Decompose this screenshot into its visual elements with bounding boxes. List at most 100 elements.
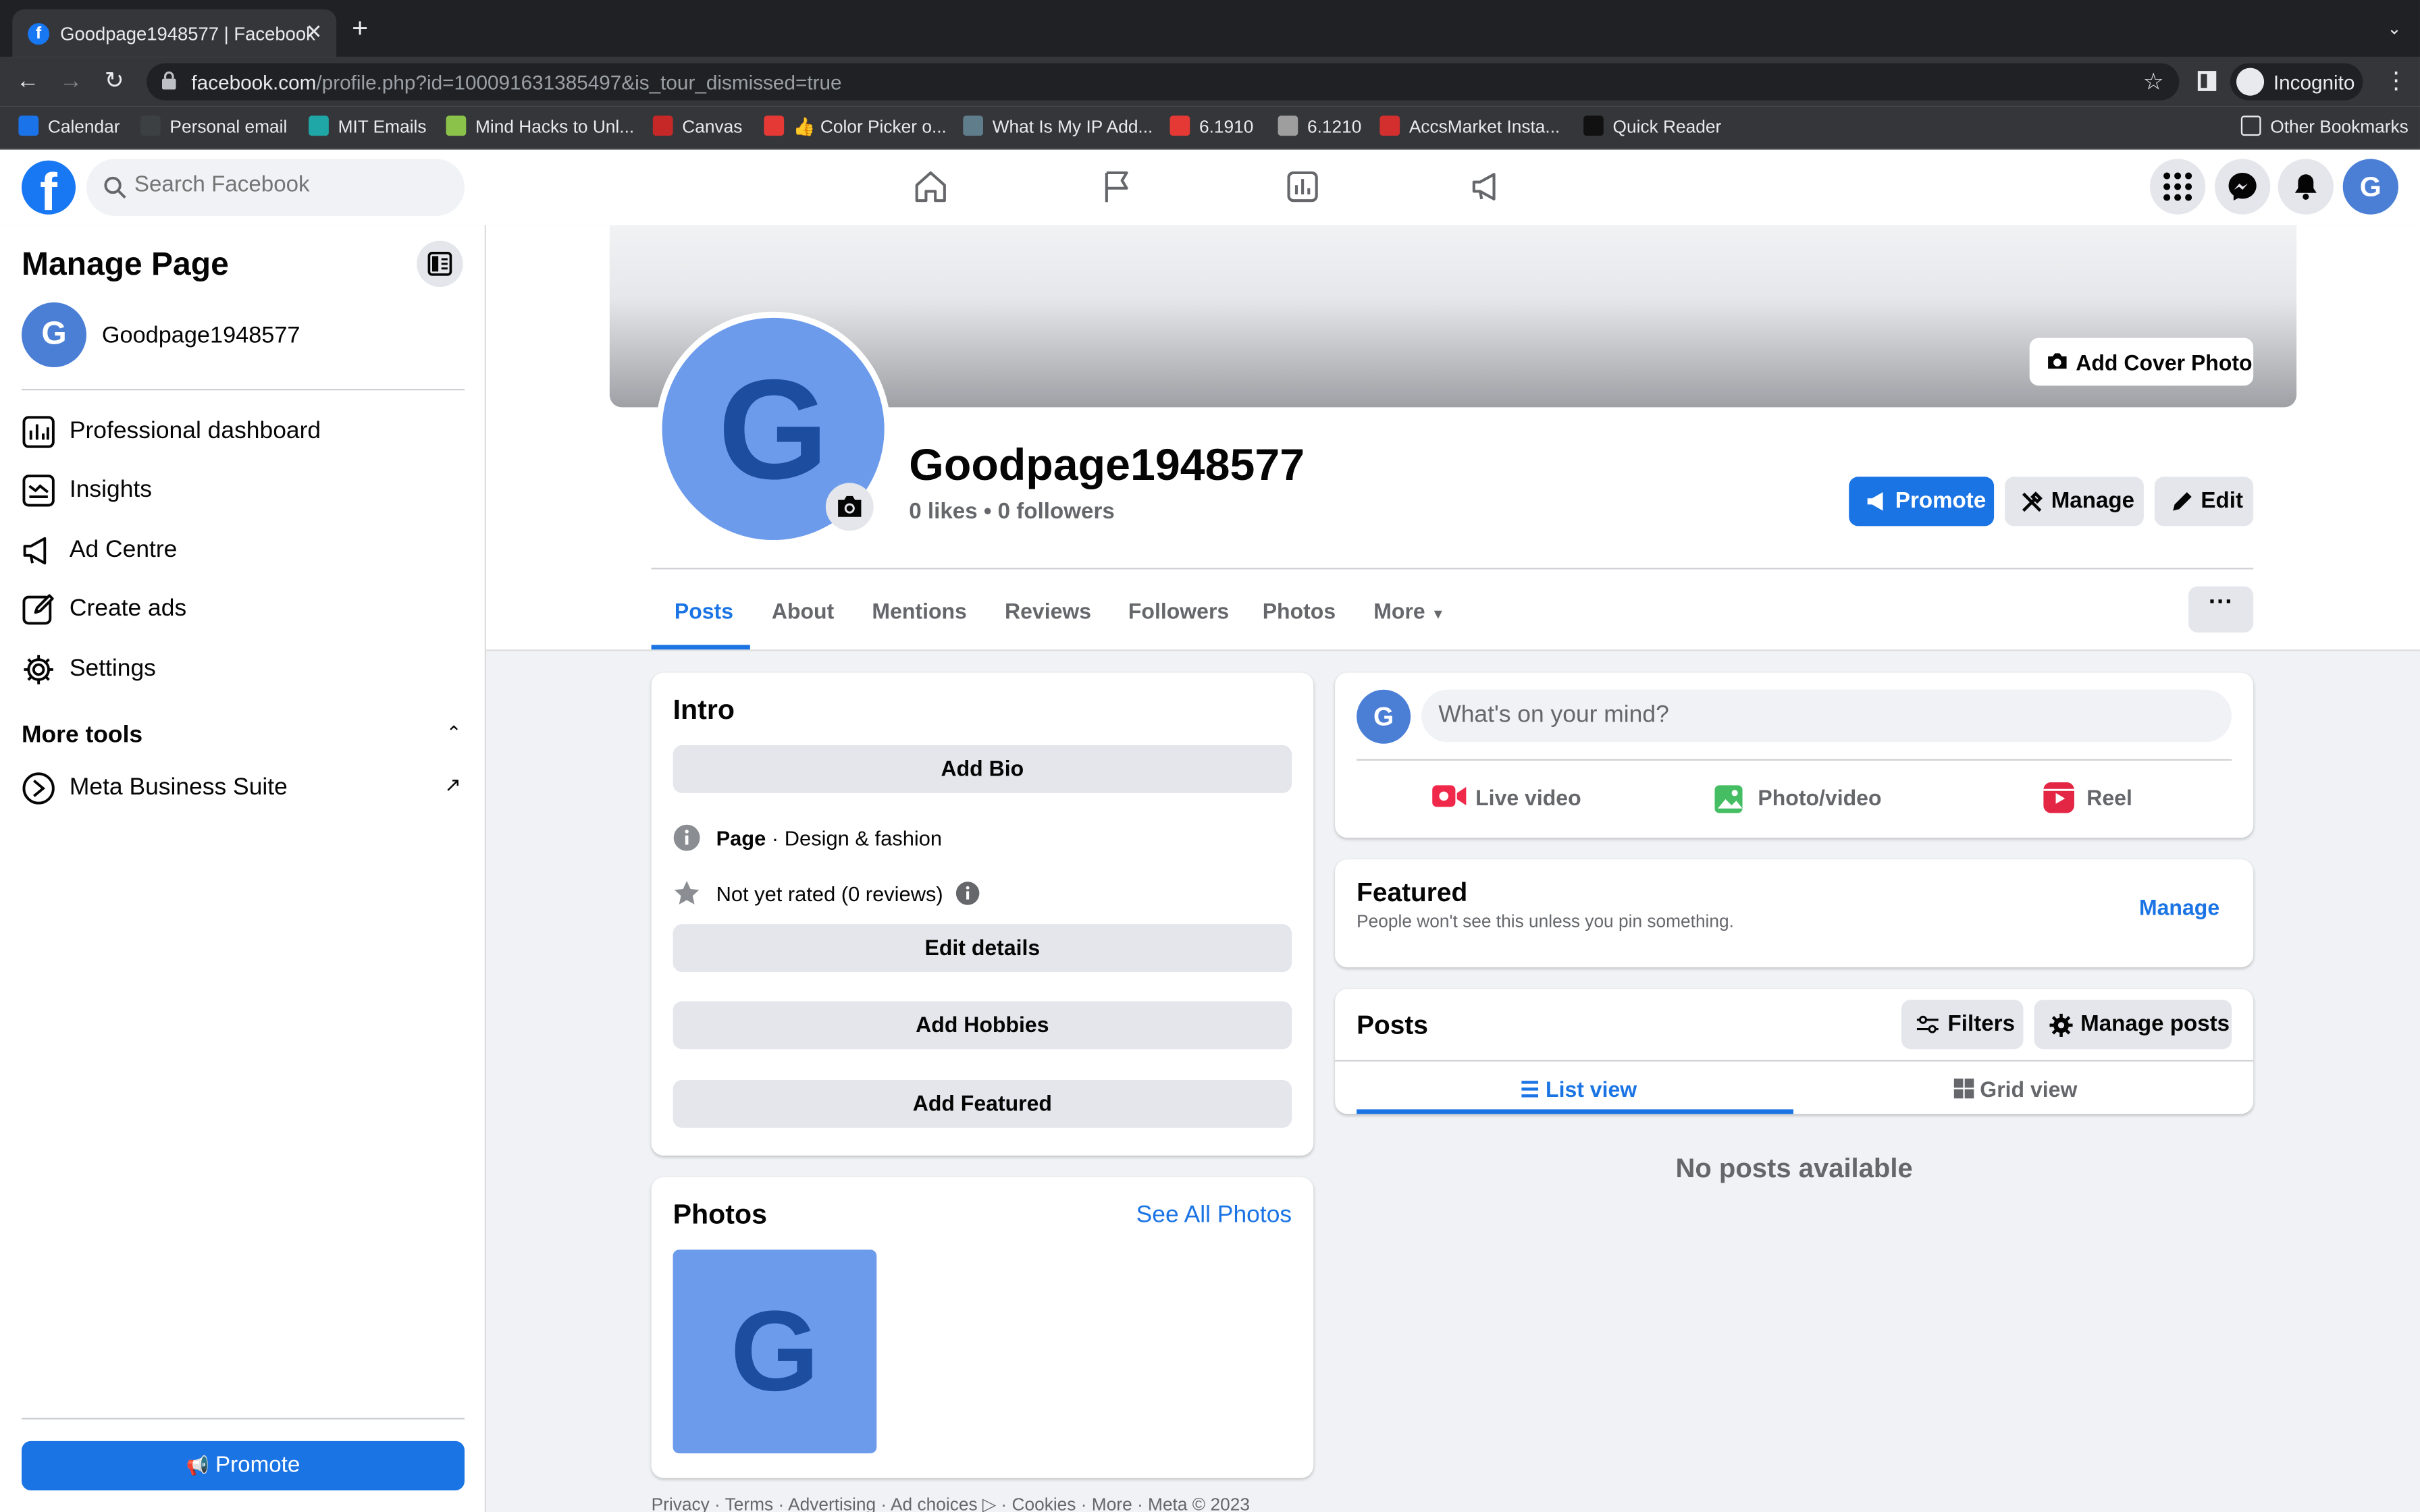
sidebar-item-professional-dashboard[interactable]: Professional dashboard: [22, 406, 465, 458]
browser-tab[interactable]: f Goodpage1948577 | Facebook ✕: [12, 9, 337, 57]
featured-manage-link[interactable]: Manage: [2139, 895, 2219, 920]
live-video-icon: [1432, 785, 1467, 807]
bookmark-item[interactable]: Personal email: [140, 115, 287, 137]
tab-about[interactable]: About: [772, 599, 834, 624]
back-icon[interactable]: ←: [12, 66, 43, 97]
bookmark-label: 👍 Color Picker o...: [793, 118, 947, 138]
bookmark-star-icon[interactable]: ☆: [2143, 68, 2164, 96]
sidebar-item-create-ads[interactable]: Create ads: [22, 583, 465, 636]
tab-more[interactable]: More ▼: [1373, 599, 1445, 624]
bookmark-item[interactable]: What Is My IP Add...: [963, 115, 1153, 137]
composer-avatar[interactable]: G: [1357, 689, 1411, 744]
list-view-tab[interactable]: ☰ List view: [1520, 1077, 1637, 1103]
browser-tab-strip: f Goodpage1948577 | Facebook ✕ + ⌄: [0, 0, 2420, 57]
intro-card: Intro Add Bio Page · Design & fashion No…: [651, 672, 1314, 1156]
browser-menu-icon[interactable]: ⋮: [2384, 66, 2407, 94]
add-cover-photo-button[interactable]: Add Cover Photo: [2029, 338, 2254, 386]
sidebar-page-name[interactable]: Goodpage1948577: [102, 323, 300, 349]
bookmark-item[interactable]: AccsMarket Insta...: [1379, 115, 1560, 137]
bookmark-item[interactable]: Quick Reader: [1583, 115, 1721, 137]
account-avatar[interactable]: G: [2342, 159, 2398, 215]
sidebar-title: Manage Page: [21, 246, 229, 283]
menu-grid-icon[interactable]: [2149, 159, 2206, 215]
photo-video-button[interactable]: Photo/video: [1714, 782, 1915, 816]
reel-button[interactable]: Reel: [2043, 782, 2167, 816]
insights-nav-icon[interactable]: [1284, 168, 1321, 205]
manage-posts-button[interactable]: Manage posts: [2034, 1000, 2232, 1050]
chevron-up-icon[interactable]: ⌃: [446, 722, 462, 744]
edit-details-button[interactable]: Edit details: [673, 924, 1292, 972]
side-panel-icon[interactable]: [2197, 71, 2217, 91]
bookmark-favicon-icon: [963, 115, 983, 136]
photo-thumbnail[interactable]: G: [673, 1249, 877, 1454]
footer-links[interactable]: Privacy · Terms · Advertising · Ad choic…: [652, 1494, 1250, 1512]
tab-reviews[interactable]: Reviews: [1005, 599, 1091, 624]
edit-button[interactable]: Edit: [2154, 477, 2254, 526]
home-icon[interactable]: [912, 168, 949, 205]
info-icon[interactable]: [955, 881, 980, 906]
camera-icon: [838, 495, 862, 517]
more-options-button[interactable]: ···: [2188, 586, 2254, 633]
new-tab-icon[interactable]: +: [352, 14, 368, 42]
sidebar-item-insights[interactable]: Insights: [22, 464, 465, 517]
add-bio-button[interactable]: Add Bio: [673, 745, 1292, 793]
manage-button[interactable]: Manage: [2005, 477, 2144, 526]
more-tools-heading[interactable]: More tools: [22, 722, 142, 750]
bookmark-label: 6.1210: [1307, 118, 1362, 138]
filters-icon: [1916, 1015, 1939, 1033]
facebook-logo-icon[interactable]: f: [21, 160, 76, 215]
sidebar-item-label: Professional dashboard: [69, 418, 321, 445]
bookmark-favicon-icon: [1278, 115, 1298, 136]
sidebar-item-meta-business-suite[interactable]: Meta Business Suite: [22, 762, 465, 815]
manage-page-sidebar: Manage Page G Goodpage1948577 Profession…: [0, 225, 486, 1512]
likes-followers-count[interactable]: 0 likes • 0 followers: [909, 500, 1114, 525]
tab-mentions[interactable]: Mentions: [872, 599, 966, 624]
whats-on-your-mind-input[interactable]: What's on your mind?: [1421, 689, 2232, 742]
ad-center-nav-icon[interactable]: [1469, 168, 1506, 205]
sidebar-item-ad-centre[interactable]: Ad Centre: [22, 524, 465, 577]
bookmark-item[interactable]: Calendar: [18, 115, 120, 137]
notifications-bell-icon[interactable]: [2278, 159, 2334, 215]
sidebar-divider: [21, 1418, 465, 1420]
bookmark-item[interactable]: 👍 Color Picker o...: [764, 115, 947, 138]
bookmark-item[interactable]: MIT Emails: [309, 115, 427, 137]
megaphone-icon: [1867, 492, 1883, 511]
bookmark-item[interactable]: Canvas: [652, 115, 743, 138]
bookmark-favicon-icon: [309, 115, 329, 136]
profile-header: Add Cover Photo G Goodpage1948577 0 like…: [485, 225, 2420, 651]
messenger-icon[interactable]: [2214, 159, 2271, 215]
pages-flag-icon[interactable]: [1099, 168, 1136, 205]
address-bar[interactable]: facebook.com/profile.php?id=100091631385…: [147, 63, 2180, 101]
promote-button[interactable]: Promote: [1849, 477, 1995, 526]
update-profile-picture-button[interactable]: [825, 483, 874, 531]
bookmark-item[interactable]: Mind Hacks to Unl...: [446, 115, 634, 137]
search-input[interactable]: [134, 172, 443, 198]
add-hobbies-button[interactable]: Add Hobbies: [673, 1001, 1292, 1050]
grid-view-tab[interactable]: Grid view: [1953, 1077, 2077, 1102]
see-all-photos-link[interactable]: See All Photos: [1136, 1202, 1292, 1230]
photo-video-icon: [1714, 785, 1743, 813]
bookmark-item[interactable]: 6.1210: [1278, 115, 1362, 138]
add-featured-button[interactable]: Add Featured: [673, 1079, 1292, 1128]
other-bookmarks[interactable]: Other Bookmarks: [2240, 115, 2409, 137]
bookmark-item[interactable]: 6.1910: [1169, 115, 1253, 137]
filters-button[interactable]: Filters: [1901, 1000, 2024, 1050]
sidebar-item-settings[interactable]: Settings: [22, 643, 465, 696]
sidebar-promote-button[interactable]: 📢 Promote: [21, 1440, 465, 1490]
tab-posts[interactable]: Posts: [675, 599, 733, 624]
star-icon: [674, 881, 700, 905]
incognito-badge[interactable]: Incognito: [2230, 63, 2363, 101]
composer-divider: [1357, 759, 2232, 761]
search-box[interactable]: [86, 159, 465, 216]
forward-icon[interactable]: →: [55, 66, 86, 97]
url-text: facebook.com/profile.php?id=100091631385…: [191, 71, 842, 94]
collapse-sidebar-icon[interactable]: [417, 240, 463, 288]
tab-followers[interactable]: Followers: [1128, 599, 1229, 624]
live-video-button[interactable]: Live video: [1432, 782, 1617, 816]
tab-search-chevron-icon[interactable]: ⌄: [2387, 18, 2401, 38]
close-tab-icon[interactable]: ✕: [306, 20, 323, 45]
page-avatar[interactable]: G: [21, 302, 86, 367]
bookmark-label: Canvas: [682, 118, 743, 138]
reload-icon[interactable]: ↻: [99, 66, 130, 97]
tab-photos[interactable]: Photos: [1263, 599, 1336, 624]
